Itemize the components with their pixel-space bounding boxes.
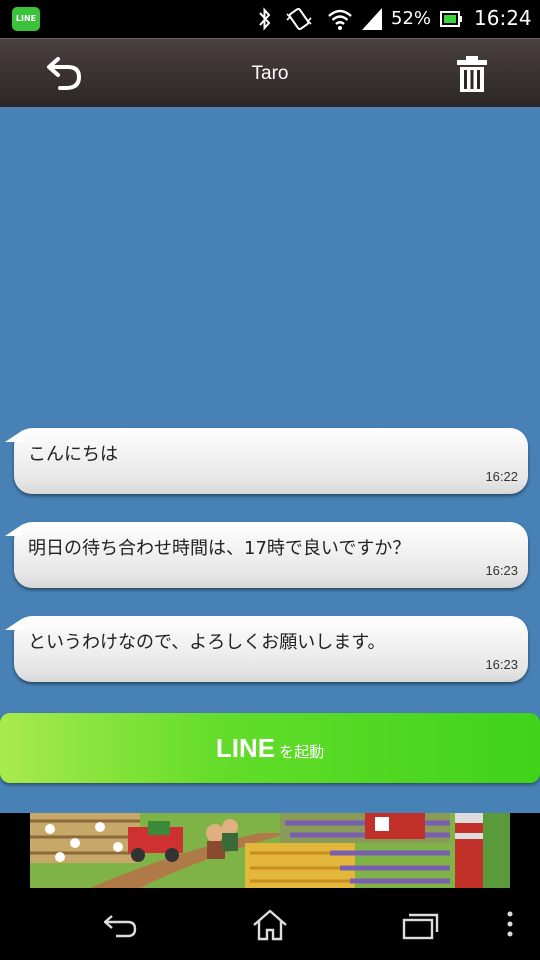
vibrate-icon <box>286 7 312 31</box>
chat-area[interactable]: こんにちは 16:22 明日の待ち合わせ時間は、17時で良いですか？ 16:23… <box>0 107 540 813</box>
message-text: 明日の待ち合わせ時間は、17時で良いですか？ <box>28 538 411 559</box>
menu-icon[interactable] <box>500 908 520 942</box>
battery-icon <box>440 11 462 27</box>
message-text: こんにちは <box>28 444 118 465</box>
chat-header: Taro <box>0 38 540 107</box>
line-brand-label: LINE <box>215 733 276 763</box>
message-time: 16:23 <box>485 657 518 672</box>
status-clock: 16:24 <box>474 6 532 30</box>
launch-line-button[interactable]: LINE を起動 <box>0 713 540 783</box>
line-notification-icon: LINE <box>12 7 40 31</box>
status-bar: LINE 52% 16:24 <box>0 0 540 38</box>
message-text: というわけなので、よろしくお願いします。 <box>28 632 386 653</box>
wifi-icon <box>328 9 352 30</box>
battery-percentage: 52% <box>391 8 432 29</box>
back-icon[interactable] <box>100 908 140 942</box>
home-icon[interactable] <box>250 908 290 942</box>
bluetooth-icon <box>259 7 271 31</box>
message-bubble: こんにちは 16:22 <box>14 428 528 494</box>
signal-icon <box>362 8 382 30</box>
launch-suffix-label: を起動 <box>279 743 325 761</box>
message-time: 16:23 <box>485 563 518 578</box>
recent-apps-icon[interactable] <box>400 908 440 942</box>
message-time: 16:22 <box>485 469 518 484</box>
message-bubble: というわけなので、よろしくお願いします。 16:23 <box>14 616 528 682</box>
ad-banner[interactable] <box>30 813 510 888</box>
trash-icon[interactable] <box>455 55 489 93</box>
message-bubble: 明日の待ち合わせ時間は、17時で良いですか？ 16:23 <box>14 522 528 588</box>
navigation-bar <box>0 888 540 960</box>
ad-farm-illustration <box>30 813 510 888</box>
